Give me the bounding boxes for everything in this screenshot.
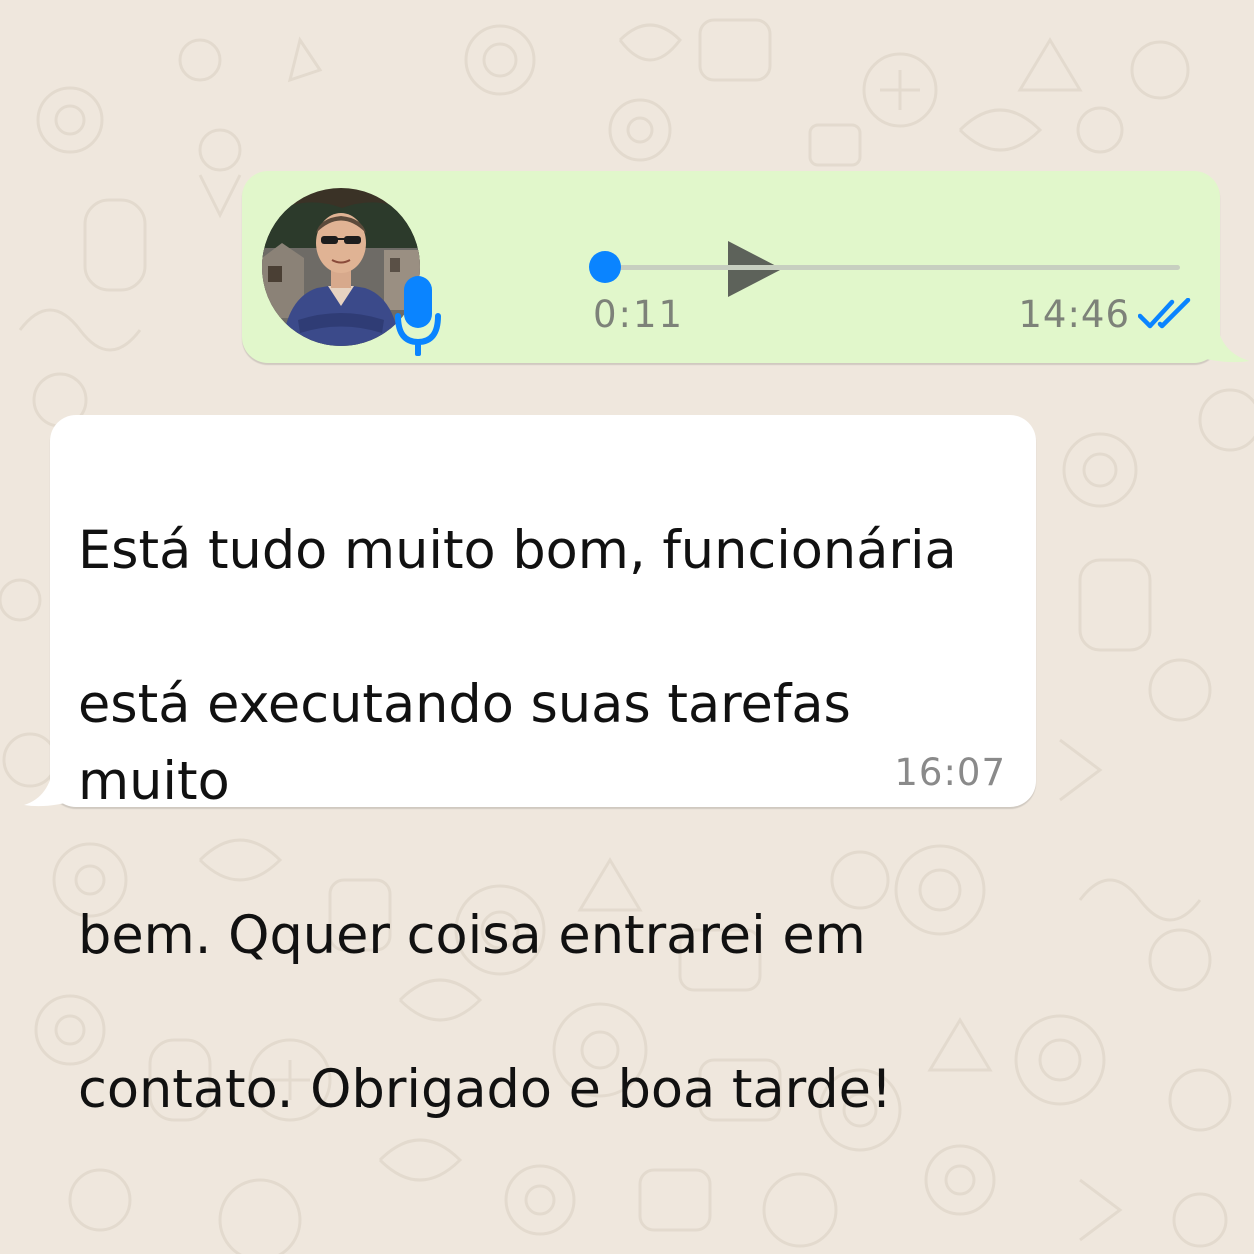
text-message-bubble[interactable]: Está tudo muito bom, funcionária está ex… — [24, 415, 1036, 1120]
play-button[interactable] — [722, 231, 802, 311]
audio-scrubber-knob[interactable] — [589, 251, 621, 283]
message-line: contato. Obrigado e boa tarde! — [78, 1059, 893, 1120]
message-line: Está tudo muito bom, funcionária — [78, 520, 957, 581]
audio-progress-slider[interactable] — [589, 251, 1180, 283]
sender-avatar[interactable] — [262, 188, 441, 356]
microphone-icon — [395, 276, 441, 356]
message-line: bem. Qquer coisa entrarei em — [78, 905, 866, 966]
bubble-tail — [24, 763, 80, 807]
audio-duration: 0:11 — [593, 293, 685, 336]
message-time: 16:07 — [894, 751, 1006, 794]
double-check-icon — [1138, 298, 1191, 329]
voice-message-bubble[interactable]: 0:11 14:46 — [242, 171, 1250, 363]
bubble-tail — [1190, 319, 1250, 363]
message-line: está executando suas tarefas muito — [78, 674, 851, 812]
message-text: Está tudo muito bom, funcionária está ex… — [78, 435, 1018, 1205]
message-time: 14:46 — [1018, 293, 1130, 336]
play-icon — [728, 241, 782, 297]
